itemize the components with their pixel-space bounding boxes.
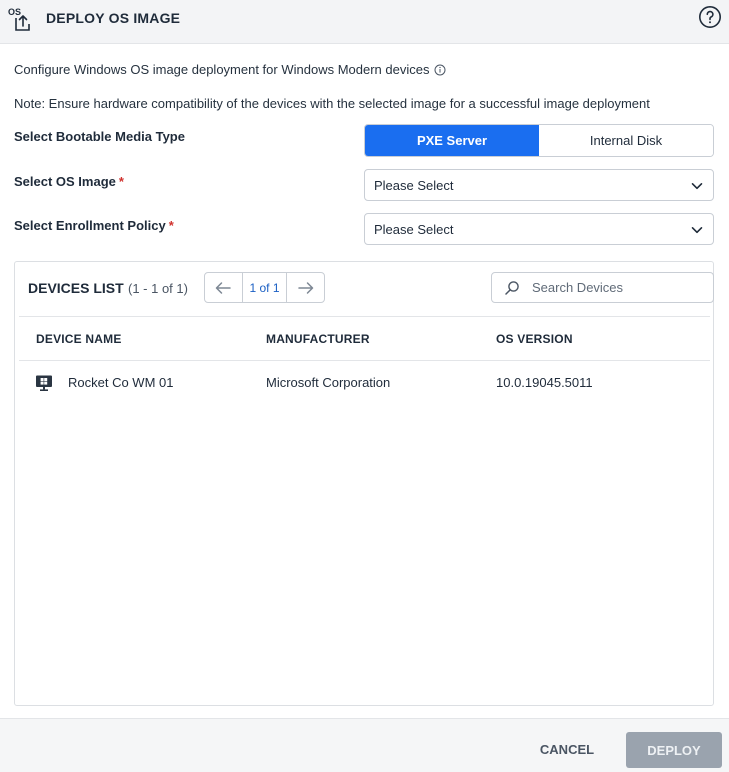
compatibility-note: Note: Ensure hardware compatibility of t… [14,96,650,111]
enrollment-policy-select[interactable]: Please Select [364,213,714,245]
svg-text:OS: OS [8,7,21,17]
search-box [491,272,714,303]
search-icon [505,280,519,295]
enrollment-policy-value: Please Select [374,221,454,237]
windows-desktop-icon [36,375,52,391]
os-upload-icon: OS [8,7,30,31]
manufacturer-cell: Microsoft Corporation [266,375,391,390]
column-header-device-name[interactable]: DEVICE NAME [36,332,122,346]
media-type-label: Select Bootable Media Type [14,129,185,144]
info-icon[interactable] [434,64,446,76]
os-image-value: Please Select [374,177,454,193]
arrow-right-icon [297,281,313,294]
media-type-toggle: PXE Server Internal Disk [364,124,714,157]
column-header-manufacturer[interactable]: MANUFACTURER [266,332,370,346]
previous-page-button[interactable] [205,273,242,302]
description: Configure Windows OS image deployment fo… [14,62,446,77]
enrollment-policy-label: Select Enrollment Policy * [14,218,174,233]
help-icon[interactable] [698,5,722,29]
os-image-label: Select OS Image * [14,174,124,189]
deploy-button[interactable]: DEPLOY [626,732,722,768]
chevron-down-icon [691,183,703,190]
search-devices-input[interactable] [532,280,702,295]
next-page-button[interactable] [287,273,324,302]
devices-count: (1 - 1 of 1) [128,281,188,296]
description-text: Configure Windows OS image deployment fo… [14,62,430,77]
os-version-cell: 10.0.19045.5011 [496,375,593,390]
dialog-header: OS DEPLOY OS IMAGE [0,0,729,44]
chevron-down-icon [691,227,703,234]
column-header-os-version[interactable]: OS VERSION [496,332,573,346]
pagination: 1 of 1 [204,272,325,303]
cancel-button[interactable]: CANCEL [530,731,604,767]
table-row[interactable]: Rocket Co WM 01 Microsoft Corporation 10… [19,361,710,406]
table-header: DEVICE NAME MANUFACTURER OS VERSION [19,316,710,361]
arrow-left-icon [216,281,232,294]
devices-table: DEVICE NAME MANUFACTURER OS VERSION Rock… [19,316,710,406]
required-marker: * [118,174,124,189]
dialog-footer: CANCEL DEPLOY [0,718,729,772]
media-option-internal-disk[interactable]: Internal Disk [539,125,713,156]
page-indicator: 1 of 1 [241,273,288,302]
os-image-select[interactable]: Please Select [364,169,714,201]
devices-list-title: DEVICES LIST [28,280,124,296]
dialog-title: DEPLOY OS IMAGE [46,10,181,26]
required-marker: * [168,218,174,233]
media-option-pxe-server[interactable]: PXE Server [365,125,539,156]
devices-list-panel: DEVICES LIST (1 - 1 of 1) 1 of 1 DEVICE … [14,261,714,706]
device-name-cell: Rocket Co WM 01 [68,375,174,390]
os-image-label-text: Select OS Image [14,174,116,189]
enrollment-policy-label-text: Select Enrollment Policy [14,218,166,233]
